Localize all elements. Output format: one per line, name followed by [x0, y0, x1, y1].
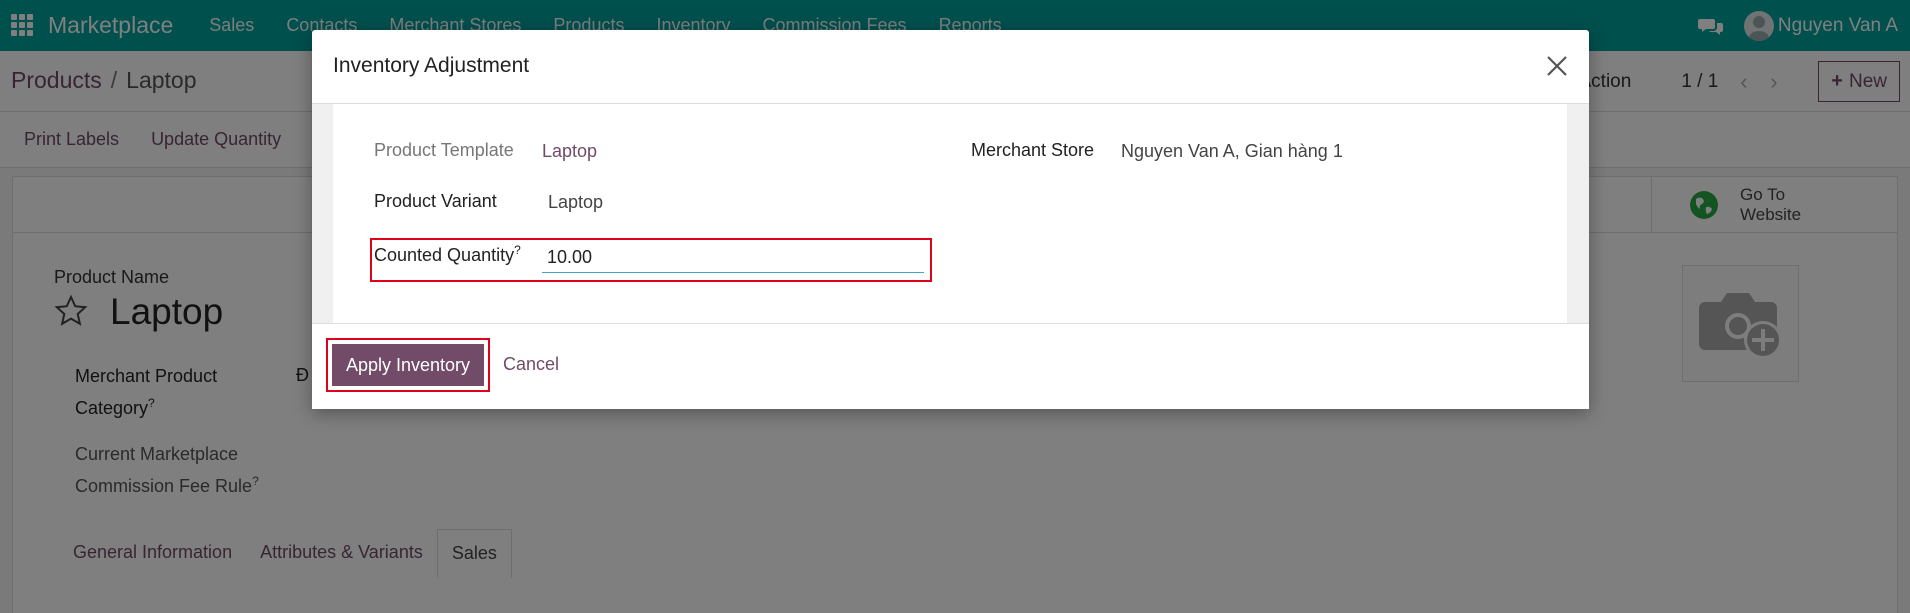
merchant-store-value[interactable]: Nguyen Van A, Gian hàng 1 — [1121, 141, 1343, 162]
inventory-adjustment-dialog: Inventory Adjustment Product Template La… — [312, 30, 1589, 409]
cancel-button[interactable]: Cancel — [503, 354, 559, 375]
product-template-value[interactable]: Laptop — [542, 141, 597, 162]
help-mark: ? — [514, 243, 521, 257]
product-variant-value: Laptop — [548, 192, 604, 212]
apply-inventory-button[interactable]: Apply Inventory — [332, 344, 484, 386]
counted-quantity-label: Counted Quantity? — [374, 243, 521, 266]
close-icon[interactable] — [1546, 55, 1568, 77]
product-variant-label: Product Variant — [374, 191, 497, 211]
counted-quantity-label-text: Counted Quantity — [374, 245, 515, 265]
dialog-form — [333, 104, 1567, 323]
dialog-title: Inventory Adjustment — [333, 54, 530, 77]
dialog-header: Inventory Adjustment — [312, 30, 1589, 104]
product-template-label: Product Template — [374, 140, 514, 160]
merchant-store-label: Merchant Store — [971, 140, 1095, 160]
dialog-footer: Apply Inventory Cancel — [312, 323, 1589, 409]
dialog-body — [312, 104, 1589, 323]
counted-quantity-input[interactable] — [542, 243, 924, 273]
